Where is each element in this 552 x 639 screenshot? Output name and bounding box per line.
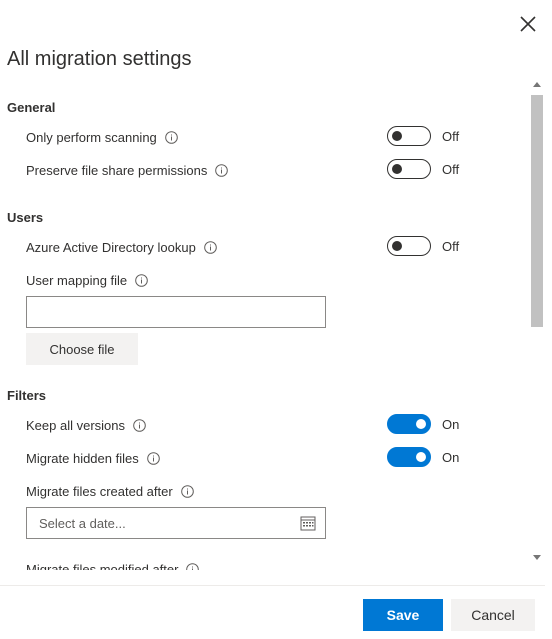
modified-after-row: Migrate files modified after (26, 562, 200, 570)
modified-after-label: Migrate files modified after (26, 562, 179, 570)
vertical-scrollbar[interactable] (530, 78, 544, 570)
user-mapping-file-input[interactable] (26, 296, 326, 328)
only-scanning-state: Off (442, 129, 460, 144)
footer-divider (0, 585, 545, 586)
info-icon[interactable] (164, 131, 178, 144)
only-scanning-toggle[interactable] (387, 126, 431, 146)
info-icon[interactable] (133, 419, 146, 432)
keep-versions-state: On (442, 417, 460, 432)
created-after-date-picker[interactable]: Select a date... (26, 507, 326, 539)
info-icon[interactable] (186, 563, 200, 570)
toggle-knob (392, 241, 402, 251)
preserve-permissions-row: Preserve file share permissions (26, 163, 229, 178)
scroll-up-icon[interactable] (533, 82, 541, 87)
toggle-knob (392, 131, 402, 141)
aad-lookup-label: Azure Active Directory lookup (26, 240, 196, 255)
calendar-icon[interactable] (300, 515, 316, 531)
preserve-permissions-state: Off (442, 162, 460, 177)
migrate-hidden-label: Migrate hidden files (26, 451, 139, 466)
info-icon[interactable] (180, 485, 194, 498)
created-after-row: Migrate files created after (26, 484, 194, 499)
keep-versions-row: Keep all versions (26, 418, 146, 433)
migrate-hidden-row: Migrate hidden files (26, 451, 160, 466)
aad-lookup-state: Off (442, 239, 460, 254)
aad-lookup-toggle[interactable] (387, 236, 431, 256)
info-icon[interactable] (215, 164, 229, 177)
choose-file-button[interactable]: Choose file (26, 333, 138, 365)
scrollbar-thumb[interactable] (531, 95, 543, 327)
panel-title: All migration settings (7, 48, 192, 70)
save-button[interactable]: Save (363, 599, 443, 631)
section-filters-heading: Filters (7, 388, 47, 403)
scroll-down-icon[interactable] (533, 555, 541, 560)
cancel-button[interactable]: Cancel (451, 599, 535, 631)
aad-lookup-row: Azure Active Directory lookup (26, 240, 217, 255)
info-icon[interactable] (146, 452, 160, 465)
migrate-hidden-toggle[interactable] (387, 447, 431, 467)
section-general-heading: General (7, 100, 56, 115)
preserve-permissions-label: Preserve file share permissions (26, 163, 208, 178)
user-mapping-label: User mapping file (26, 273, 128, 288)
toggle-knob (416, 419, 426, 429)
only-scanning-label: Only perform scanning (26, 130, 157, 145)
section-users-heading: Users (7, 210, 44, 225)
settings-scroll-area: General Only perform scanning Off Preser… (0, 78, 530, 570)
info-icon[interactable] (203, 241, 217, 254)
migrate-hidden-state: On (442, 450, 460, 465)
only-scanning-row: Only perform scanning (26, 130, 178, 145)
toggle-knob (416, 452, 426, 462)
keep-versions-toggle[interactable] (387, 414, 431, 434)
close-icon (520, 16, 536, 32)
date-placeholder: Select a date... (39, 515, 126, 531)
toggle-knob (392, 164, 402, 174)
close-button[interactable] (516, 12, 540, 36)
created-after-label: Migrate files created after (26, 484, 173, 499)
preserve-permissions-toggle[interactable] (387, 159, 431, 179)
info-icon[interactable] (135, 274, 148, 287)
user-mapping-row: User mapping file (26, 273, 148, 288)
keep-versions-label: Keep all versions (26, 418, 125, 433)
